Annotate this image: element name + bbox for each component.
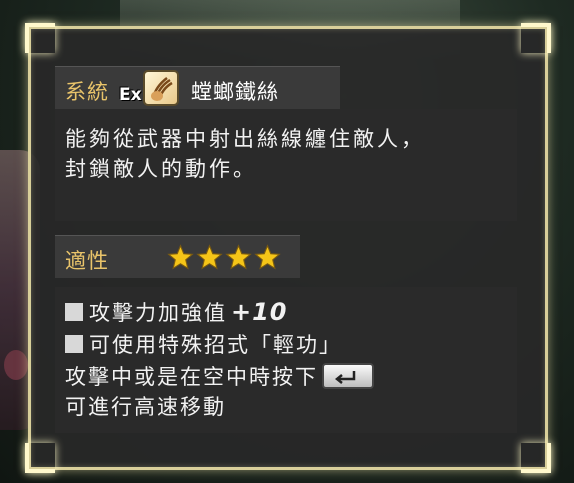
bullet-square-icon xyxy=(65,303,83,321)
frame-corner xyxy=(25,443,55,473)
description-line: 能夠從武器中射出絲線纏住敵人， xyxy=(65,127,425,151)
effect-line: 攻擊中或是在空中時按下 xyxy=(65,361,374,391)
aptitude-header: 適性 xyxy=(55,235,300,278)
system-label: 系統 xyxy=(65,80,109,104)
description-line: 封鎖敵人的動作。 xyxy=(65,157,257,181)
bullet-square-icon xyxy=(65,335,83,353)
effect-value: +10 xyxy=(231,298,288,326)
description-box: 能夠從武器中射出絲線纏住敵人， 封鎖敵人的動作。 xyxy=(55,109,517,221)
star-icon xyxy=(196,244,223,270)
frame-corner xyxy=(25,23,55,53)
effect-text: 可進行高速移動 xyxy=(65,395,226,419)
star-icon xyxy=(167,244,194,270)
aptitude-label: 適性 xyxy=(65,249,109,273)
frame-corner xyxy=(521,443,551,473)
claw-icon xyxy=(143,70,179,106)
aptitude-stars xyxy=(167,244,281,271)
star-icon xyxy=(254,244,281,270)
skill-name: 螳螂鐵絲 xyxy=(191,80,279,104)
effect-line: 可進行高速移動 xyxy=(65,391,226,421)
ex-badge: Ex xyxy=(119,85,142,105)
effects-box: 攻擊力加強值 +10 可使用特殊招式「輕功」 攻擊中或是在空中時按下 可進行高速… xyxy=(55,287,517,433)
effect-line: 攻擊力加強值 +10 xyxy=(65,297,288,327)
effect-text: 可使用特殊招式「輕功」 xyxy=(89,333,342,357)
effect-text: 攻擊力加強值 xyxy=(89,301,227,325)
skill-info-panel: 系統 Ex 螳螂鐵絲 能夠從武器中射出絲線纏住敵人， 封鎖敵人的動作。 適性 攻… xyxy=(25,23,551,473)
system-header: 系統 Ex 螳螂鐵絲 xyxy=(55,66,340,109)
skill-icon: Ex xyxy=(119,70,189,108)
frame-corner xyxy=(521,23,551,53)
effect-line: 可使用特殊招式「輕功」 xyxy=(65,329,342,359)
effect-text: 攻擊中或是在空中時按下 xyxy=(65,365,318,389)
star-icon xyxy=(225,244,252,270)
return-button-icon xyxy=(322,363,374,389)
